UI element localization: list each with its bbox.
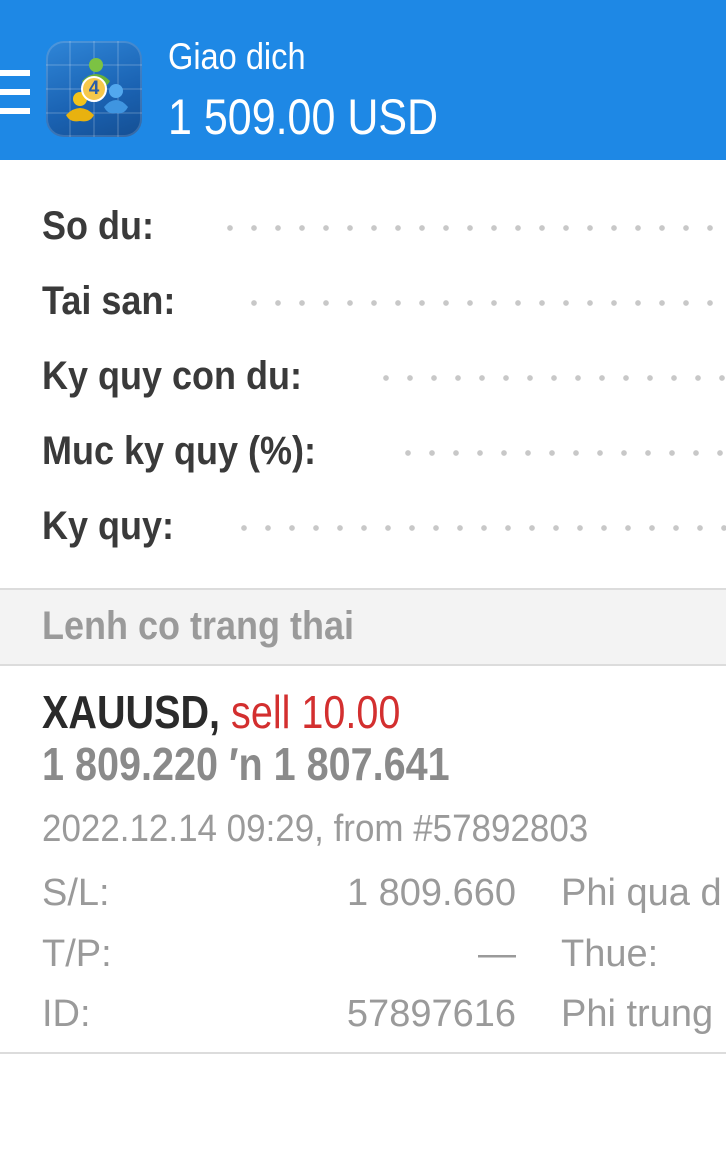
position-symbol: XAUUSD, [42,686,221,738]
summary-label: Tai san: [42,279,176,323]
summary-row-margin: Ky quy: [0,496,726,556]
detail-label: T/P: [42,933,112,975]
summary-row-equity: Tai san: [0,271,726,331]
detail-value: 57897616 [346,993,516,1035]
logo-badge-number: 4 [88,78,100,99]
detail-row-tp: T/P: — Thue: [0,929,726,979]
positions-section-header: Lenh co trang thai [0,588,726,666]
menu-icon[interactable] [0,70,30,114]
menu-icon-bar-middle [0,89,30,95]
position-item[interactable]: XAUUSD, sell 10.00 1 809.220 ′n 1 807.64… [0,664,726,1054]
detail-row-id: ID: 57897616 Phi trung [0,989,726,1039]
detail-label: S/L: [42,872,110,914]
dotted-leader [218,225,726,231]
position-prices: 1 809.220 ′n 1 807.641 [42,738,450,790]
app-title: Giao dich [168,36,306,77]
dotted-leader [374,375,726,381]
menu-icon-bar-top [0,70,30,76]
metatrader-logo-icon[interactable]: 4 [46,41,142,137]
app-bar: 4 Giao dich 1 509.00 USD [0,0,726,160]
list-divider [0,1052,726,1054]
position-side-volume: sell 10.00 [231,686,401,738]
summary-label: So du: [42,204,154,248]
dotted-leader [232,525,726,531]
summary-row-margin-level: Muc ky quy (%): [0,421,726,481]
summary-label: Ky quy: [42,504,175,548]
account-balance: 1 509.00 USD [168,89,439,145]
detail-value: 1 809.660 [346,872,516,914]
detail-label: ID: [42,993,91,1035]
position-header: XAUUSD, sell 10.00 [42,686,400,738]
menu-icon-bar-bottom [0,108,30,114]
section-title: Lenh co trang thai [42,604,355,648]
dotted-leader [242,300,726,306]
summary-label: Ky quy con du: [42,354,303,398]
detail-value: — [478,933,516,975]
detail-label-secondary: Phi trung [561,993,714,1035]
dotted-leader [396,450,726,456]
summary-row-balance: So du: [0,196,726,256]
detail-label-secondary: Thue: [561,933,659,975]
detail-label-secondary: Phi qua d [561,872,722,914]
summary-row-free-margin: Ky quy con du: [0,346,726,406]
position-open-time: 2022.12.14 09:29, from #57892803 [42,808,589,850]
detail-row-sl: S/L: 1 809.660 Phi qua d [0,868,726,918]
summary-label: Muc ky quy (%): [42,429,317,473]
